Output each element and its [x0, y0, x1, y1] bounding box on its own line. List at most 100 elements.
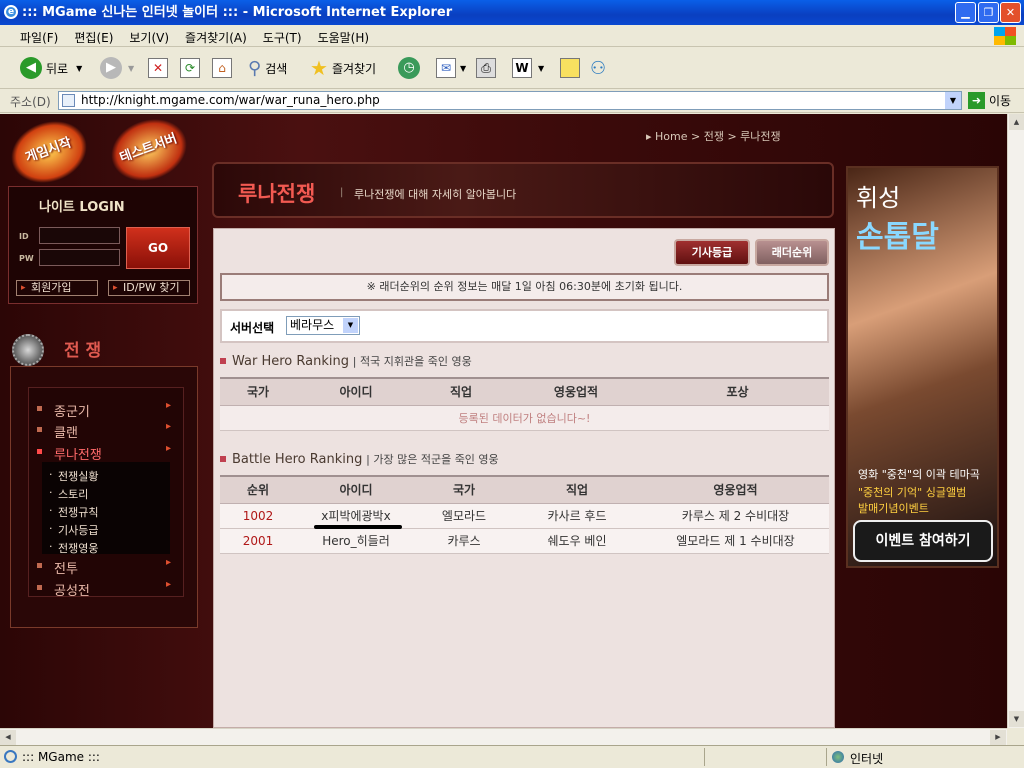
chevron-right-icon: ▸ [166, 400, 172, 411]
scroll-right-icon[interactable]: ▶ [990, 730, 1006, 745]
knight-rank-button[interactable]: 기사등급 [674, 239, 750, 266]
messenger-icon: ⚇ [590, 57, 607, 79]
join-button[interactable]: 회원가입 [16, 280, 98, 296]
server-select[interactable]: 베라무스 ▼ [286, 316, 360, 335]
event-join-button[interactable]: 이벤트 참여하기 [853, 520, 993, 562]
column-header: 직업 [512, 475, 642, 504]
forward-button[interactable]: ▶ ▼ [100, 56, 134, 80]
underline-mark [314, 525, 402, 529]
login-go-button[interactable]: GO [126, 227, 190, 269]
window-title-bar[interactable]: e ::: MGame 신나는 인터넷 놀이터 ::: - Microsoft … [0, 0, 1024, 25]
back-button[interactable]: ◀ 뒤로 ▼ [20, 56, 82, 80]
messenger-button[interactable]: ⚇ [590, 56, 606, 80]
sidebar-item-label: 루나전쟁 [54, 448, 102, 463]
address-input[interactable]: http://knight.mgame.com/war/war_runa_her… [58, 91, 962, 110]
submenu-item[interactable]: 스토리 [49, 486, 88, 502]
close-button[interactable]: ✕ [1000, 2, 1021, 23]
submenu-item[interactable]: 전쟁영웅 [49, 540, 99, 556]
home-icon: ⌂ [212, 58, 232, 78]
ie-status-icon [4, 750, 17, 763]
ad-event: 발매기념이벤트 [858, 502, 929, 515]
scroll-up-icon[interactable]: ▲ [1009, 114, 1024, 130]
menu-favorites[interactable]: 즐겨찾기(A) [177, 25, 255, 46]
rank-cell: 1002 [220, 503, 296, 529]
note-button[interactable] [560, 56, 580, 80]
go-label: 이동 [989, 94, 1012, 108]
ad-banner[interactable]: 휘성 손톱달 영화 "중천"의 이곽 테마곡 "중천의 기억" 싱글앨범 발매기… [846, 166, 999, 568]
maximize-button[interactable]: ❐ [978, 2, 999, 23]
history-icon: ◷ [398, 57, 420, 79]
ladder-rank-button[interactable]: 래더순위 [755, 239, 829, 266]
search-button[interactable]: ⚲ 검색 [248, 56, 287, 80]
window-title: ::: MGame 신나는 인터넷 놀이터 ::: - Microsoft In… [22, 5, 453, 20]
mail-dropdown-icon[interactable]: ▼ [460, 64, 466, 73]
class-cell: 쉐도우 베인 [512, 528, 642, 554]
page-title: 루나전쟁 [238, 182, 316, 206]
find-id-pw-button[interactable]: ID/PW 찾기 [108, 280, 190, 296]
column-header: 순위 [220, 475, 296, 504]
edit-dropdown-icon[interactable]: ▼ [538, 64, 544, 73]
scroll-down-icon[interactable]: ▼ [1009, 711, 1024, 727]
web-page: 게임시작 테스트서버 나이트 LOGIN ID PW GO 회원가입 ID/PW… [0, 114, 1007, 728]
rank-cell: 2001 [220, 528, 296, 554]
print-button[interactable]: ⎙ [476, 56, 496, 80]
column-header: 국가 [220, 377, 296, 406]
title-separator: | [340, 187, 344, 198]
table-row: 등록된 데이터가 없습니다~! [220, 405, 829, 431]
pw-label: PW [19, 254, 34, 263]
favorites-button[interactable]: ★ 즐겨찾기 [310, 56, 376, 80]
achievement-cell: 카루스 제 2 수비대장 [642, 503, 829, 529]
pw-input[interactable] [39, 249, 120, 266]
menu-edit[interactable]: 편집(E) [66, 25, 121, 46]
menu-tools[interactable]: 도구(T) [255, 25, 310, 46]
ad-artist: 휘성 [856, 184, 901, 212]
battle-hero-section-title: Battle Hero Ranking | 가장 많은 적군을 죽인 영웅 [220, 451, 499, 467]
sidebar-item-battle[interactable]: 전투 ▸ [37, 557, 171, 577]
chevron-right-icon: ▸ [166, 579, 172, 590]
edit-button[interactable]: W ▼ [512, 56, 544, 80]
go-button[interactable]: ➜ 이동 [968, 92, 1011, 109]
ie-icon: e [4, 5, 18, 19]
stop-icon: ✕ [148, 58, 168, 78]
sidebar-item-label: 공성전 [54, 584, 90, 599]
column-header: 영웅업적 [642, 475, 829, 504]
sidebar-item-clan[interactable]: 클랜 ▸ [37, 421, 171, 441]
go-arrow-icon: ➜ [968, 92, 985, 109]
chevron-down-icon[interactable]: ▼ [343, 318, 358, 333]
vertical-scrollbar[interactable]: ▲ ▼ [1007, 114, 1024, 728]
mace-icon [12, 334, 44, 366]
status-text: ::: MGame ::: [22, 750, 100, 764]
history-button[interactable]: ◷ [398, 56, 420, 80]
war-hero-title: War Hero Ranking [220, 354, 349, 369]
ad-album: "중천의 기억" 싱글앨범 [858, 486, 967, 499]
forward-dropdown-icon[interactable]: ▼ [128, 64, 134, 73]
nation-cell: 카루스 [416, 528, 512, 554]
stop-button[interactable]: ✕ [148, 56, 168, 80]
war-hero-table: 국가 아이디 직업 영웅업적 포상 등록된 데이터가 없습니다~! [220, 377, 829, 431]
forward-arrow-icon: ▶ [100, 57, 122, 79]
war-hero-subtitle: | 적국 지휘관을 죽인 영웅 [352, 355, 472, 368]
menu-file[interactable]: 파일(F) [12, 25, 66, 46]
status-bar: ::: MGame ::: 인터넷 [0, 745, 1024, 768]
scroll-left-icon[interactable]: ◀ [0, 730, 16, 745]
mail-button[interactable]: ✉ ▼ [436, 56, 466, 80]
minimize-button[interactable]: ▁ [955, 2, 976, 23]
column-header: 포상 [646, 377, 829, 406]
horizontal-scrollbar[interactable]: ◀ ▶ [0, 728, 1007, 745]
submenu-item[interactable]: 전쟁실황 [49, 468, 99, 484]
submenu-item[interactable]: 기사등급 [49, 522, 99, 538]
sidebar-item-jonggungi[interactable]: 종군기 ▸ [37, 400, 171, 420]
refresh-button[interactable]: ⟳ [180, 56, 200, 80]
sidebar-item-siege[interactable]: 공성전 ▸ [37, 579, 171, 599]
star-icon: ★ [310, 56, 328, 80]
menu-view[interactable]: 보기(V) [121, 25, 177, 46]
id-label: ID [19, 232, 29, 241]
id-input[interactable] [39, 227, 120, 244]
menu-help[interactable]: 도움말(H) [310, 25, 378, 46]
back-label: 뒤로 [46, 61, 69, 76]
back-dropdown-icon[interactable]: ▼ [76, 64, 82, 73]
sidebar-item-luna-war[interactable]: 루나전쟁 ▸ [37, 443, 171, 463]
home-button[interactable]: ⌂ [212, 56, 232, 80]
submenu-item[interactable]: 전쟁규칙 [49, 504, 99, 520]
address-dropdown-icon[interactable]: ▼ [945, 92, 961, 109]
